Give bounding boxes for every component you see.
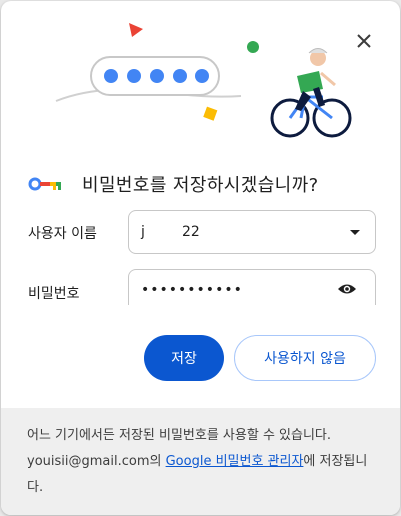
username-value-suffix: 22 xyxy=(182,224,200,240)
save-button[interactable]: 저장 xyxy=(144,335,224,381)
footer-info: 어느 기기에서든 저장된 비밀번호를 사용할 수 있습니다. youisii@g… xyxy=(1,408,400,515)
save-password-dialog: 비밀번호를 저장하시겠습니까? 사용자 이름 j 22 비밀번호 •••••••… xyxy=(1,1,400,515)
password-value: ••••••••••• xyxy=(141,282,243,298)
illustration xyxy=(55,23,352,138)
key-icon xyxy=(28,177,61,191)
chevron-down-icon[interactable] xyxy=(349,225,361,239)
close-button[interactable] xyxy=(352,29,376,53)
password-manager-link[interactable]: Google 비밀번호 관리자 xyxy=(166,454,304,469)
eye-icon[interactable] xyxy=(337,282,357,296)
never-button[interactable]: 사용하지 않음 xyxy=(234,335,376,381)
password-label: 비밀번호 xyxy=(28,286,80,302)
password-field[interactable]: ••••••••••• xyxy=(128,269,376,305)
username-field[interactable]: j 22 xyxy=(128,210,376,254)
dialog-title: 비밀번호를 저장하시겠습니까? xyxy=(82,175,319,196)
close-icon xyxy=(357,34,371,48)
username-value: j xyxy=(141,224,145,240)
username-label: 사용자 이름 xyxy=(28,226,97,242)
dialog-header: 비밀번호를 저장하시겠습니까? xyxy=(28,171,319,197)
